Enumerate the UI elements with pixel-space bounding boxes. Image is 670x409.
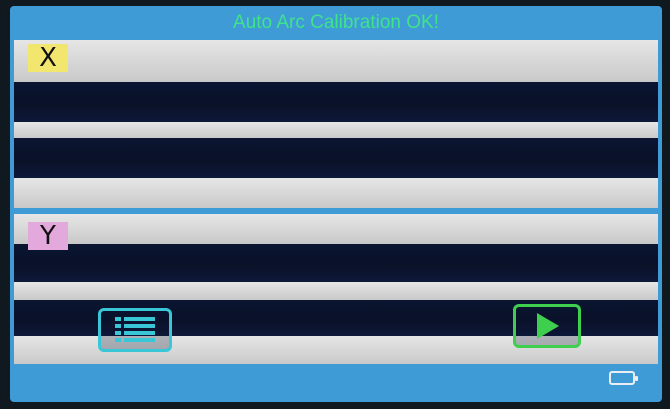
x-fiber-view: X	[14, 40, 658, 208]
x-fiber-upper	[14, 82, 658, 122]
x-axis-label: X	[28, 44, 68, 72]
start-button[interactable]	[513, 304, 581, 348]
fusion-splicer-screen: Auto Arc Calibration OK! X Y	[10, 6, 662, 402]
y-fiber-core-gap	[14, 282, 658, 300]
x-fiber-core-gap	[14, 122, 658, 138]
y-axis-label: Y	[28, 222, 68, 250]
list-icon	[115, 317, 155, 342]
battery-icon	[609, 371, 638, 385]
x-fiber-lower	[14, 138, 658, 178]
x-background-band	[14, 40, 658, 82]
menu-button[interactable]	[98, 308, 172, 352]
y-background-band	[14, 214, 658, 244]
x-background-band-bottom	[14, 178, 658, 208]
play-icon	[537, 313, 559, 339]
status-message: Auto Arc Calibration OK!	[233, 12, 439, 33]
y-fiber-upper	[14, 244, 658, 282]
